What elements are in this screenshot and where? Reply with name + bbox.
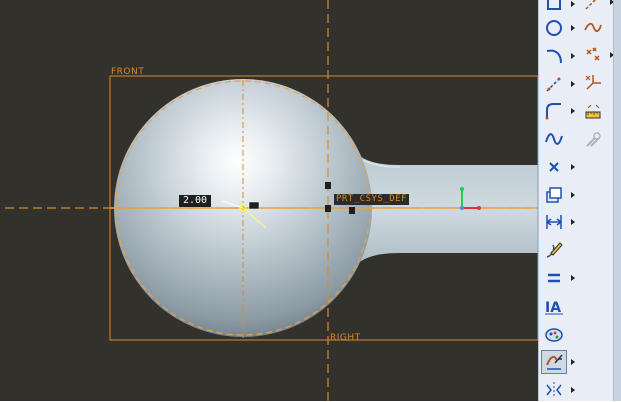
dimension-marker xyxy=(248,201,260,210)
analysis-icon xyxy=(585,104,601,119)
text-button[interactable]: IA xyxy=(541,294,567,318)
flyout-arrow-icon[interactable] xyxy=(570,25,576,31)
circle-icon xyxy=(546,20,562,36)
trim-button[interactable] xyxy=(541,350,567,374)
palette-button[interactable] xyxy=(541,322,567,346)
flyout-arrow-icon[interactable] xyxy=(570,219,576,225)
flyout-arrow-icon[interactable] xyxy=(570,359,576,365)
constraint-marker xyxy=(349,207,355,214)
spline-icon xyxy=(545,133,563,145)
model-scene xyxy=(5,0,538,401)
modify-button[interactable] xyxy=(541,238,567,262)
datum-axis-icon xyxy=(585,0,597,10)
centerline-icon xyxy=(546,76,562,92)
trim-icon xyxy=(546,354,563,370)
fillet-icon xyxy=(545,103,561,120)
flyout-arrow-icon[interactable] xyxy=(570,387,576,393)
datum-csys-icon xyxy=(585,75,601,90)
datum-point-button[interactable] xyxy=(580,43,606,67)
dimension-button[interactable] xyxy=(541,210,567,234)
dimension-icon xyxy=(546,215,562,229)
offset-edge-icon xyxy=(546,187,562,203)
centerline-button[interactable] xyxy=(541,72,567,96)
insert-feature-button[interactable] xyxy=(580,128,606,152)
datum-curve-icon xyxy=(584,22,602,32)
arc-button[interactable] xyxy=(541,44,567,68)
arc-icon xyxy=(546,49,562,64)
modify-icon xyxy=(546,242,563,258)
palette-icon xyxy=(545,328,563,342)
mirror-button[interactable] xyxy=(541,378,567,402)
constraint-icon xyxy=(548,273,560,283)
analysis-button[interactable] xyxy=(580,99,606,123)
graphics-area[interactable]: FRONT RIGHT PRT_CSYS_DEF 2.00 xyxy=(0,0,538,401)
dimension-value[interactable]: 2.00 xyxy=(179,195,212,207)
shaft-body xyxy=(352,148,538,270)
sketch-toolbar: IA xyxy=(538,0,578,401)
datum-axis-button[interactable] xyxy=(580,0,606,14)
point-button[interactable] xyxy=(541,155,567,179)
flyout-arrow-icon[interactable] xyxy=(570,53,576,59)
flyout-arrow-icon[interactable] xyxy=(570,108,576,114)
datum-toolbar xyxy=(578,0,614,401)
rectangle-button[interactable] xyxy=(541,0,567,16)
datum-curve-button[interactable] xyxy=(580,15,606,39)
datum-point-icon xyxy=(586,47,600,61)
flyout-arrow-icon[interactable] xyxy=(570,81,576,87)
csys-label: PRT_CSYS_DEF xyxy=(334,194,410,205)
rectangle-icon xyxy=(547,0,561,10)
constraint-marker xyxy=(325,182,331,189)
constraint-button[interactable] xyxy=(541,266,567,290)
flyout-arrow-icon[interactable] xyxy=(570,1,576,7)
circle-button[interactable] xyxy=(541,16,567,40)
front-plane-label: FRONT xyxy=(111,67,145,77)
text-icon: IA xyxy=(545,300,563,316)
flyout-arrow-icon[interactable] xyxy=(570,275,576,281)
csys-x-tip xyxy=(477,206,481,210)
fillet-button[interactable] xyxy=(541,99,567,123)
point-icon xyxy=(549,162,559,172)
spline-button[interactable] xyxy=(541,127,567,151)
csys-y-tip xyxy=(460,187,464,191)
mirror-icon xyxy=(546,382,562,398)
csys-origin xyxy=(460,206,464,210)
datum-csys-button[interactable] xyxy=(580,71,606,95)
right-plane-label: RIGHT xyxy=(330,333,361,343)
flyout-arrow-icon[interactable] xyxy=(570,164,576,170)
flyout-arrow-icon[interactable] xyxy=(570,192,576,198)
insert-feature-icon xyxy=(586,132,601,147)
constraint-marker xyxy=(325,205,331,212)
toolbar-scroll-edge[interactable] xyxy=(613,0,621,401)
offset-edge-button[interactable] xyxy=(541,183,567,207)
